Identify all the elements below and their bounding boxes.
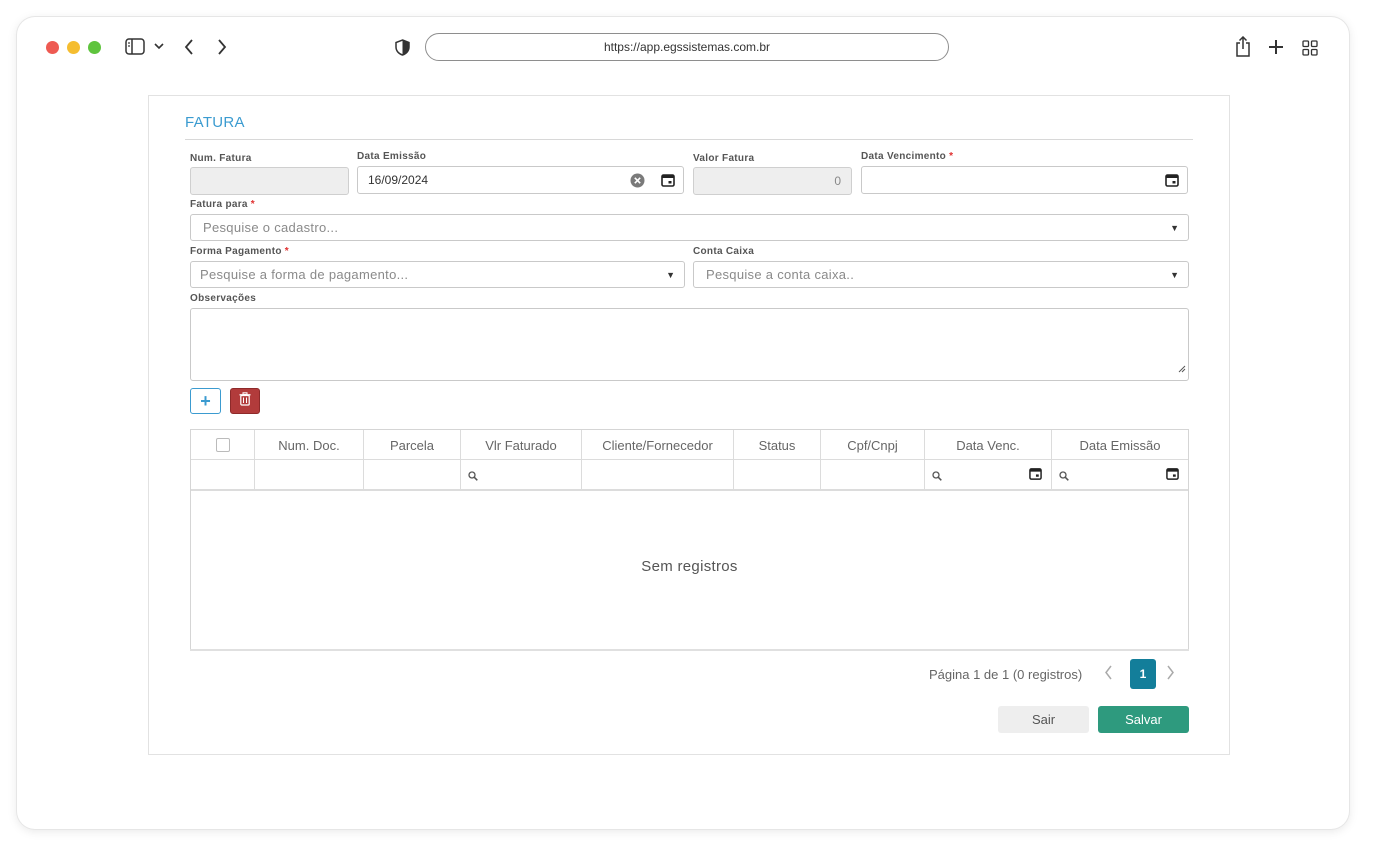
data-emissao-value: 16/09/2024 (368, 173, 429, 187)
delete-row-button[interactable] (230, 388, 260, 414)
col-vlr-faturado[interactable]: Vlr Faturado (461, 430, 582, 460)
data-emissao-field[interactable]: 16/09/2024 (357, 166, 684, 194)
resize-handle-icon[interactable] (1178, 360, 1186, 378)
new-tab-plus-icon[interactable] (1268, 39, 1284, 55)
search-icon (1059, 468, 1069, 486)
dropdown-caret-icon: ▼ (1170, 223, 1179, 233)
add-row-plus: + (200, 390, 211, 411)
conta-caixa-placeholder: Pesquise a conta caixa.. (706, 267, 855, 282)
minimize-window-button[interactable] (67, 41, 80, 54)
col-num-doc[interactable]: Num. Doc. (255, 430, 364, 460)
search-icon (468, 468, 478, 486)
conta-caixa-select[interactable]: Pesquise a conta caixa.. ▼ (693, 261, 1189, 288)
chevron-down-icon[interactable] (154, 42, 164, 50)
observacoes-label: Observações (190, 293, 257, 304)
filter-data-emissao[interactable] (1052, 460, 1188, 489)
shield-icon (395, 39, 410, 56)
col-status[interactable]: Status (734, 430, 821, 460)
conta-caixa-label: Conta Caixa (693, 246, 755, 257)
add-row-button[interactable]: + (190, 388, 221, 414)
pager-prev-icon[interactable] (1104, 665, 1113, 685)
share-icon[interactable] (1235, 36, 1251, 57)
forward-arrow-icon[interactable] (217, 39, 227, 55)
required-mark: * (250, 199, 255, 210)
calendar-icon[interactable] (1029, 467, 1042, 485)
url-bar[interactable]: https://app.egssistemas.com.br (425, 33, 949, 61)
title-divider (185, 139, 1193, 140)
filter-cliente-fornecedor[interactable] (582, 460, 734, 489)
grid-bottom-border (190, 649, 1189, 651)
filter-num-doc[interactable] (255, 460, 364, 489)
close-window-button[interactable] (46, 41, 59, 54)
filter-parcela[interactable] (364, 460, 461, 489)
valor-fatura-field: 0 (693, 167, 852, 195)
maximize-window-button[interactable] (88, 41, 101, 54)
col-parcela[interactable]: Parcela (364, 430, 461, 460)
fatura-para-placeholder: Pesquise o cadastro... (203, 220, 339, 235)
filter-cell-select (191, 460, 255, 489)
pager-next-icon[interactable] (1166, 665, 1175, 685)
required-mark: * (949, 151, 954, 162)
forma-pagamento-placeholder: Pesquise a forma de pagamento... (200, 267, 409, 282)
pager-info: Página 1 de 1 (0 registros) (929, 667, 1083, 682)
select-all-checkbox[interactable] (215, 438, 230, 452)
url-text: https://app.egssistemas.com.br (603, 40, 771, 54)
fatura-para-label: Fatura para * (190, 199, 255, 210)
filter-status[interactable] (734, 460, 821, 489)
required-mark: * (284, 246, 289, 257)
dropdown-caret-icon: ▼ (1170, 270, 1179, 280)
calendar-icon[interactable] (1165, 173, 1179, 190)
fatura-para-select[interactable]: Pesquise o cadastro... ▼ (190, 214, 1189, 241)
data-emissao-label: Data Emissão (357, 151, 427, 162)
forma-pagamento-select[interactable]: Pesquise a forma de pagamento... ▼ (190, 261, 685, 288)
pager-current-page[interactable]: 1 (1130, 659, 1156, 689)
forma-pagamento-label: Forma Pagamento * (190, 246, 289, 257)
grid-filter-row (191, 460, 1188, 491)
calendar-icon[interactable] (661, 173, 675, 190)
filter-data-venc[interactable] (925, 460, 1052, 489)
grid-header-row: Num. Doc. Parcela Vlr Faturado Cliente/F… (191, 430, 1188, 460)
filter-cpf-cnpj[interactable] (821, 460, 925, 489)
valor-fatura-value: 0 (834, 174, 841, 188)
data-vencimento-field[interactable] (861, 166, 1188, 194)
observacoes-textarea[interactable] (190, 308, 1189, 381)
filter-vlr-faturado[interactable] (461, 460, 582, 489)
num-fatura-field (190, 167, 349, 195)
col-cpf-cnpj[interactable]: Cpf/Cnpj (821, 430, 925, 460)
col-data-venc[interactable]: Data Venc. (925, 430, 1052, 460)
salvar-button[interactable]: Salvar (1098, 706, 1189, 733)
col-cliente-fornecedor[interactable]: Cliente/Fornecedor (582, 430, 734, 460)
col-data-emissao[interactable]: Data Emissão (1052, 430, 1188, 460)
tab-overview-grid-icon[interactable] (1302, 40, 1318, 56)
grid-select-all-cell (191, 430, 255, 460)
grid-empty-message: Sem registros (641, 558, 738, 575)
panel-title: FATURA (185, 114, 245, 131)
data-vencimento-label: Data Vencimento * (861, 151, 954, 162)
trash-icon (239, 391, 251, 411)
fatura-panel: FATURA Num. Fatura Data Emissão 16/09/20… (148, 95, 1230, 755)
dropdown-caret-icon: ▼ (666, 270, 675, 280)
back-arrow-icon[interactable] (184, 39, 194, 55)
search-icon (932, 468, 942, 486)
clear-icon[interactable] (630, 173, 645, 191)
valor-fatura-label: Valor Fatura (693, 153, 755, 164)
sidebar-toggle-icon[interactable] (125, 38, 145, 55)
sair-button[interactable]: Sair (998, 706, 1089, 733)
faturas-grid: Num. Doc. Parcela Vlr Faturado Cliente/F… (190, 429, 1189, 650)
calendar-icon[interactable] (1166, 467, 1179, 485)
num-fatura-label: Num. Fatura (190, 153, 252, 164)
